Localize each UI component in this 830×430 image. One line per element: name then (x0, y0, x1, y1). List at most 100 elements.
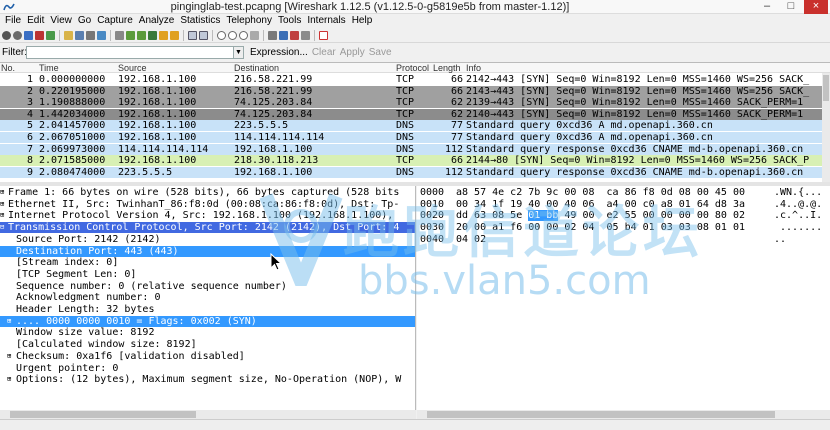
save-file-icon[interactable] (75, 30, 84, 40)
expand-toggle-icon[interactable]: ⊞ (0, 199, 8, 210)
apply-button[interactable]: Apply (340, 47, 365, 58)
colorize-icon[interactable] (188, 30, 197, 40)
hex-dump-row[interactable]: 0040 04 02.. (417, 234, 830, 245)
column-time[interactable]: Time (39, 63, 59, 73)
hex-dump-row[interactable]: 0000 a8 57 4e c2 7b 9c 00 08 ca 86 f8 0d … (417, 187, 830, 198)
packet-bytes-pane[interactable]: 0000 a8 57 4e c2 7b 9c 00 08 ca 86 f8 0d … (417, 186, 830, 418)
packet-row[interactable]: 6 2.067051000 192.168.1.100 114.114.114.114… (0, 132, 822, 143)
hex-dump-row[interactable]: 0020 dd 63 08 5e 01 bb 49 00 e2 55 00 00 … (417, 210, 830, 222)
expression-button[interactable]: Expression... (250, 47, 308, 58)
detail-tree-item[interactable]: ⊞.... 0000 0000 0010 = Flags: 0x002 (SYN… (0, 315, 415, 327)
stop-capture-icon[interactable] (35, 30, 44, 40)
bytes-horizontal-scrollbar[interactable] (417, 410, 830, 419)
detail-tree-item[interactable]: ⊞ Internet Protocol Version 4, Src: 192.1… (0, 210, 415, 221)
expand-toggle-icon[interactable]: ⊞ (7, 316, 15, 327)
column-length[interactable]: Length (433, 63, 461, 73)
detail-tree-item[interactable]: Window size value: 8192 (0, 327, 415, 338)
interfaces-icon[interactable] (2, 30, 11, 40)
restart-capture-icon[interactable] (46, 30, 55, 40)
detail-tree-item[interactable]: Sequence number: 0 (relative sequence nu… (0, 281, 415, 292)
packet-row[interactable]: 2 0.220195000 192.168.1.100 216.58.221.99 TC… (0, 85, 822, 97)
zoom-out-icon[interactable] (228, 30, 237, 40)
menu-capture[interactable]: Capture (94, 14, 136, 28)
zoom-in-icon[interactable] (217, 30, 226, 40)
column-info[interactable]: Info (466, 63, 481, 73)
preferences-icon[interactable] (301, 30, 310, 40)
display-filters-icon[interactable] (279, 30, 288, 40)
menu-go[interactable]: Go (75, 14, 94, 28)
column-protocol[interactable]: Protocol (396, 63, 429, 73)
save-filter-button[interactable]: Save (369, 47, 392, 58)
resize-columns-icon[interactable] (250, 30, 259, 40)
minimize-button[interactable]: – (756, 0, 778, 14)
go-to-packet-icon[interactable] (148, 30, 157, 40)
open-file-icon[interactable] (64, 30, 73, 40)
column-destination[interactable]: Destination (234, 63, 279, 73)
menu-statistics[interactable]: Statistics (177, 14, 223, 28)
last-packet-icon[interactable] (170, 30, 179, 40)
reload-icon[interactable] (97, 30, 106, 40)
menu-view[interactable]: View (47, 14, 75, 28)
menu-tools[interactable]: Tools (275, 14, 304, 28)
detail-tree-item[interactable]: ⊟ Transmission Control Protocol, Src Port… (0, 222, 415, 234)
menu-file[interactable]: File (2, 14, 24, 28)
details-horizontal-scrollbar[interactable] (0, 410, 416, 419)
close-button[interactable]: × (804, 0, 828, 14)
display-filter-input[interactable] (26, 45, 234, 59)
packet-row[interactable]: 9 2.080474000 223.5.5.5 192.168.1.100 DNS 112… (0, 166, 822, 178)
expand-toggle-icon[interactable]: ⊞ (7, 351, 15, 362)
packet-row[interactable]: 1 0.000000000 192.168.1.100 216.58.221.99 TC… (0, 74, 822, 85)
detail-tree-item[interactable]: ⊞ Options: (12 bytes), Maximum segment si… (0, 374, 415, 386)
expand-toggle-icon[interactable]: ⊞ (7, 374, 15, 385)
packet-row[interactable]: 4 1.442034000 192.168.1.100 74.125.203.84 TC… (0, 108, 822, 120)
menu-telephony[interactable]: Telephony (223, 14, 275, 28)
packet-list-scrollbar[interactable] (822, 73, 830, 182)
expand-toggle-icon[interactable]: ⊟ (0, 222, 8, 233)
packet-row[interactable]: 8 2.071585000 192.168.1.100 218.30.118.213 T… (0, 155, 822, 167)
start-capture-icon[interactable] (24, 30, 33, 40)
detail-text: Options: (12 bytes), Maximum segment siz… (16, 374, 402, 386)
help-icon[interactable] (319, 30, 328, 40)
packet-row[interactable]: 3 1.190888000 192.168.1.100 74.125.203.84 TC… (0, 97, 822, 109)
clear-button[interactable]: Clear (312, 47, 336, 58)
close-file-icon[interactable] (86, 30, 95, 40)
detail-tree-item[interactable]: Source Port: 2142 (2142) (0, 234, 415, 245)
options-icon[interactable] (13, 30, 22, 40)
detail-tree-item[interactable]: Acknowledgment number: 0 (0, 292, 415, 303)
column-no[interactable]: No. (1, 63, 15, 73)
hex-dump-row[interactable]: 0030 20 00 a1 f6 00 00 02 04 05 b4 01 03 … (417, 222, 830, 233)
menu-help[interactable]: Help (349, 14, 376, 28)
packet-details-pane[interactable]: ⊞ Frame 1: 66 bytes on wire (528 bits), 6… (0, 186, 416, 418)
hex-dump-row[interactable]: 0010 00 34 1f 19 40 00 40 06 a4 00 c0 a8 … (417, 199, 830, 210)
detail-tree-item[interactable]: Urgent pointer: 0 (0, 363, 415, 374)
go-forward-icon[interactable] (137, 30, 146, 40)
packet-row[interactable]: 7 2.069973000 114.114.114.114 192.168.1.100… (0, 143, 822, 155)
detail-tree-item[interactable]: Header Length: 32 bytes (0, 304, 415, 315)
auto-scroll-icon[interactable] (199, 30, 208, 40)
first-packet-icon[interactable] (159, 30, 168, 40)
detail-tree-item[interactable]: ⊞ Ethernet II, Src: TwinhanT_86:f8:0d (00… (0, 199, 415, 210)
menu-internals[interactable]: Internals (304, 14, 348, 28)
detail-tree-item[interactable]: [TCP Segment Len: 0] (0, 269, 415, 280)
menu-analyze[interactable]: Analyze (136, 14, 178, 28)
go-back-icon[interactable] (126, 30, 135, 40)
find-packet-icon[interactable] (115, 30, 124, 40)
detail-tree-item[interactable]: Destination Port: 443 (443) (0, 245, 415, 257)
zoom-normal-icon[interactable] (239, 30, 248, 40)
capture-filters-icon[interactable] (268, 30, 277, 40)
detail-text: [Calculated window size: 8192] (16, 339, 197, 351)
expand-toggle-icon[interactable]: ⊞ (0, 187, 8, 198)
detail-tree-item[interactable]: ⊞ Frame 1: 66 bytes on wire (528 bits), 6… (0, 187, 415, 198)
column-source[interactable]: Source (118, 63, 147, 73)
packet-row[interactable]: 5 2.041457000 192.168.1.100 223.5.5.5 DNS 77 S… (0, 120, 822, 132)
menu-edit[interactable]: Edit (24, 14, 47, 28)
filter-dropdown-icon[interactable]: ▼ (234, 45, 244, 59)
detail-text: Checksum: 0xa1f6 [validation disabled] (16, 350, 245, 362)
coloring-rules-icon[interactable] (290, 30, 299, 40)
detail-tree-item[interactable]: [Calculated window size: 8192] (0, 339, 415, 351)
maximize-button[interactable]: □ (780, 0, 802, 14)
detail-tree-item[interactable]: [Stream index: 0] (0, 257, 415, 268)
packet-list[interactable]: No. Time Source Destination Protocol Len… (0, 62, 830, 182)
expand-toggle-icon[interactable]: ⊞ (0, 210, 8, 221)
detail-tree-item[interactable]: ⊞ Checksum: 0xa1f6 [validation disabled] (0, 350, 415, 362)
